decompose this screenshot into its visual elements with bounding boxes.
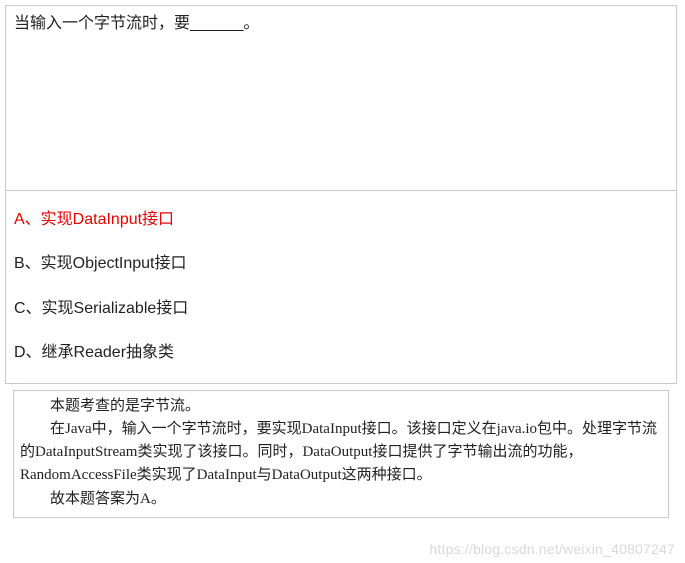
question-box: 当输入一个字节流时，要______。 <box>5 5 677 191</box>
watermark-text: https://blog.csdn.net/weixin_40807247 <box>429 541 675 557</box>
explanation-line-3: 故本题答案为A。 <box>20 488 662 511</box>
explanation-box: 本题考查的是字节流。 在Java中，输入一个字节流时，要实现DataInput接… <box>13 390 669 518</box>
option-a[interactable]: A、实现DataInput接口 <box>14 209 668 231</box>
options-box: A、实现DataInput接口 B、实现ObjectInput接口 C、实现Se… <box>5 191 677 384</box>
option-b[interactable]: B、实现ObjectInput接口 <box>14 253 668 275</box>
option-c[interactable]: C、实现Serializable接口 <box>14 298 668 320</box>
option-d[interactable]: D、继承Reader抽象类 <box>14 342 668 364</box>
explanation-line-1: 本题考查的是字节流。 <box>20 395 662 418</box>
explanation-line-2: 在Java中，输入一个字节流时，要实现DataInput接口。该接口定义在jav… <box>20 418 662 488</box>
question-text: 当输入一个字节流时，要______。 <box>14 12 668 36</box>
quiz-container: 当输入一个字节流时，要______。 A、实现DataInput接口 B、实现O… <box>5 5 677 518</box>
